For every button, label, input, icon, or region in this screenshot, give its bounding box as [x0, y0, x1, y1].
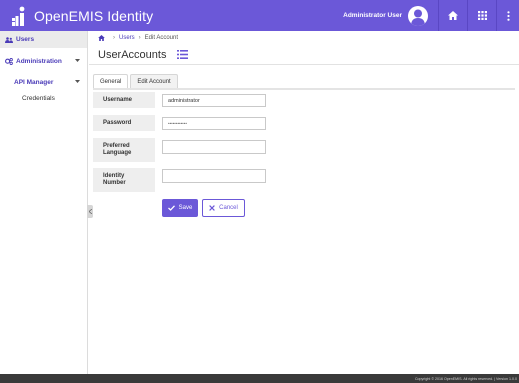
page-header: UserAccounts: [89, 45, 519, 65]
password-row: Password ••••••••••••: [93, 115, 515, 131]
page-title: UserAccounts: [98, 48, 167, 61]
identity-number-label: Identity Number: [93, 168, 155, 192]
home-icon[interactable]: [98, 35, 105, 41]
tab-edit-account[interactable]: Edit Account: [130, 74, 178, 88]
top-navbar: OpenEMIS Identity Administrator User: [0, 0, 519, 31]
preferred-language-label: Preferred Language: [93, 138, 155, 162]
brand-name: OpenEMIS Identity: [34, 7, 154, 24]
tab-bar: General Edit Account: [93, 74, 180, 88]
breadcrumb: › Users › Edit Account: [89, 31, 519, 45]
brand[interactable]: OpenEMIS Identity: [0, 0, 153, 31]
username-field[interactable]: administrator: [162, 94, 266, 107]
caret-down-icon: [75, 80, 80, 83]
gears-icon: [5, 58, 13, 65]
apps-button[interactable]: [468, 0, 496, 31]
footer-copyright: Copyright © 2016 OpenEMIS. All rights re…: [414, 376, 517, 381]
close-icon: [209, 205, 215, 211]
sidebar-item-users[interactable]: Users: [0, 31, 87, 48]
save-button-label: Save: [178, 205, 193, 211]
chevron-right-icon: ›: [138, 35, 141, 41]
preferred-language-field[interactable]: [162, 140, 266, 154]
breadcrumb-users-link[interactable]: Users: [119, 35, 135, 41]
username-row: Username administrator: [93, 92, 515, 108]
grid-icon: [477, 11, 487, 20]
home-button[interactable]: [439, 0, 467, 31]
tab-divider: [93, 88, 515, 90]
sidebar-item-label: Administration: [16, 58, 62, 65]
sidebar: Users Administration API Manager Credent…: [0, 31, 88, 374]
more-options-button[interactable]: [497, 0, 519, 31]
main-content: › Users › Edit Account UserAccounts Gene…: [89, 31, 519, 374]
tab-general[interactable]: General: [93, 74, 129, 88]
user-area: Administrator User: [343, 0, 519, 31]
identity-number-row: Identity Number: [93, 168, 515, 192]
sidebar-item-administration[interactable]: Administration: [0, 53, 87, 70]
cancel-button[interactable]: Cancel: [202, 199, 245, 217]
cancel-button-label: Cancel: [219, 205, 238, 211]
footer: Copyright © 2016 OpenEMIS. All rights re…: [0, 374, 519, 383]
sidebar-item-credentials[interactable]: Credentials: [0, 91, 87, 105]
identity-number-field[interactable]: [162, 169, 266, 183]
check-icon: [167, 205, 175, 211]
breadcrumb-current: Edit Account: [144, 35, 179, 41]
sidebar-item-label: API Manager: [14, 79, 54, 86]
list-view-icon[interactable]: [175, 48, 189, 62]
sidebar-item-label: Users: [16, 36, 35, 43]
user-name[interactable]: Administrator User: [343, 12, 402, 19]
openemis-logo-icon: [12, 6, 25, 26]
save-button[interactable]: Save: [162, 199, 198, 217]
users-icon: [5, 36, 13, 43]
preferred-language-row: Preferred Language: [93, 138, 515, 162]
user-avatar-icon[interactable]: [408, 5, 428, 26]
sidebar-item-api-manager[interactable]: API Manager: [0, 74, 87, 91]
sidebar-item-label: Credentials: [22, 94, 55, 102]
home-icon: [448, 11, 458, 20]
chevron-right-icon: ›: [113, 35, 115, 41]
password-label: Password: [93, 115, 155, 131]
password-field[interactable]: ••••••••••••: [162, 117, 266, 130]
kebab-menu-icon: [506, 10, 510, 21]
username-label: Username: [93, 92, 155, 108]
caret-down-icon: [75, 59, 80, 62]
